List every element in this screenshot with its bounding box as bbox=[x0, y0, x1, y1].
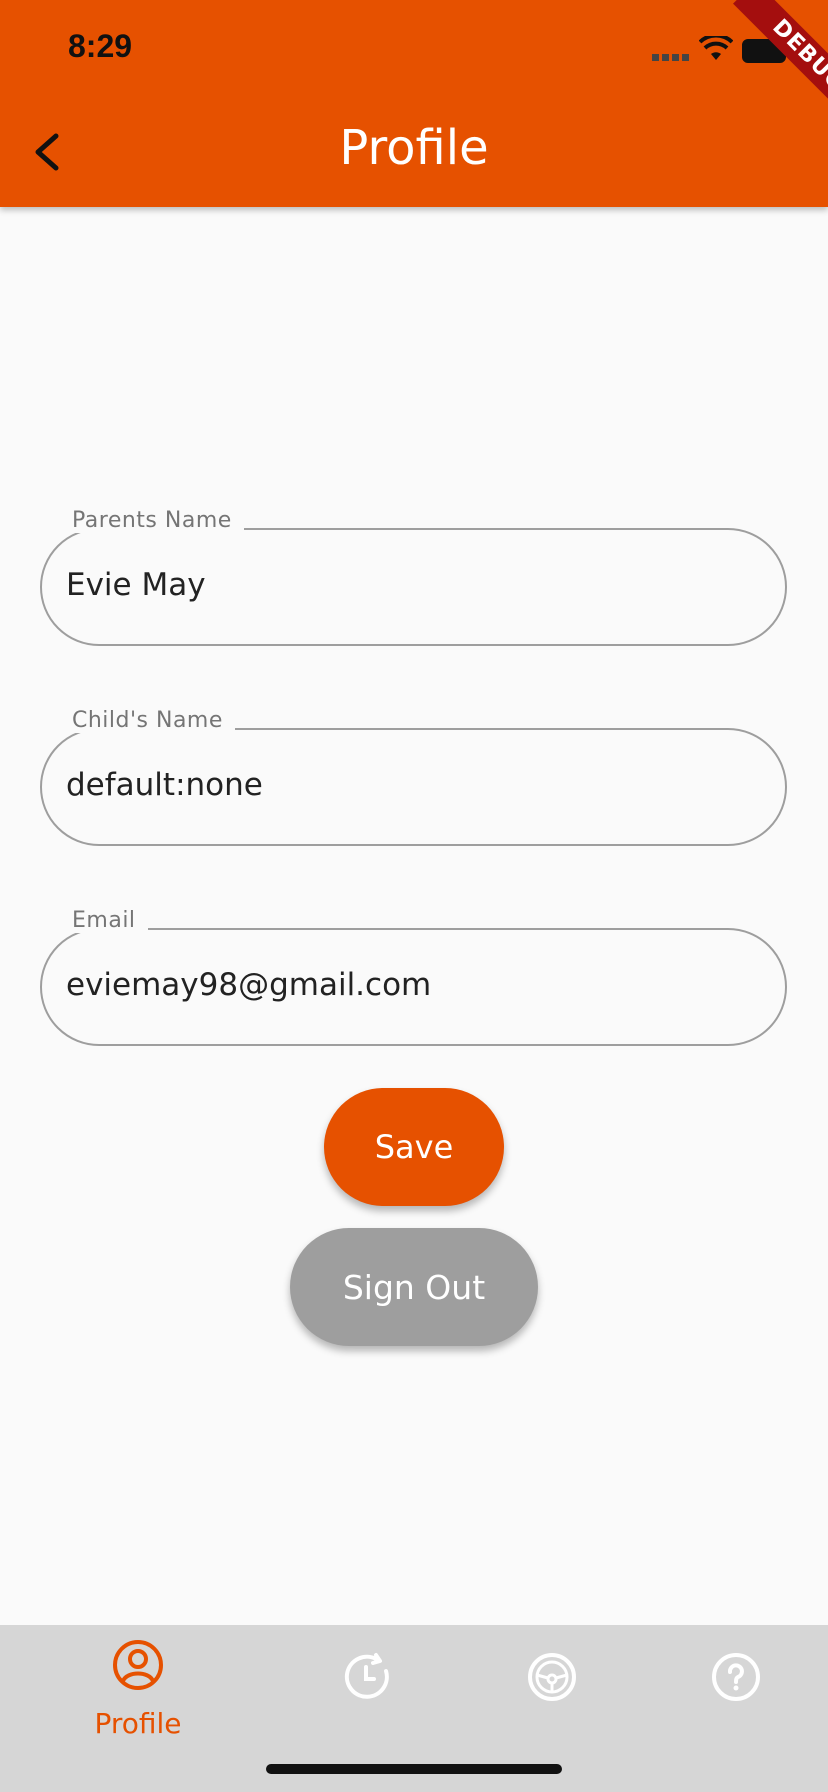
debug-banner-label: DEBUG bbox=[733, 0, 828, 120]
nav-item-help[interactable] bbox=[666, 1625, 806, 1755]
home-indicator bbox=[266, 1764, 562, 1774]
profile-icon bbox=[113, 1640, 163, 1690]
app-bar: 8:29 Profile bbox=[0, 0, 828, 207]
childs-name-label: Child's Name bbox=[60, 708, 235, 733]
page-title: Profile bbox=[339, 120, 489, 176]
childs-name-input[interactable] bbox=[64, 766, 768, 804]
parents-name-input[interactable] bbox=[64, 566, 768, 604]
nav-item-profile[interactable]: Profile bbox=[68, 1625, 208, 1755]
nav-item-drive[interactable] bbox=[482, 1625, 622, 1755]
childs-name-field: Child's Name bbox=[40, 708, 787, 846]
help-icon bbox=[712, 1653, 760, 1701]
email-field: Email bbox=[40, 908, 787, 1046]
debug-banner: DEBUG bbox=[708, 0, 828, 120]
nav-item-history[interactable] bbox=[298, 1625, 438, 1755]
save-button[interactable]: Save bbox=[324, 1088, 504, 1206]
email-input[interactable] bbox=[64, 966, 768, 1004]
cellular-signal-icon bbox=[652, 54, 689, 61]
sign-out-button[interactable]: Sign Out bbox=[290, 1228, 538, 1346]
status-time: 8:29 bbox=[68, 28, 133, 64]
history-icon bbox=[344, 1653, 389, 1699]
nav-label-profile: Profile bbox=[94, 1707, 182, 1740]
steering-wheel-icon bbox=[528, 1653, 576, 1701]
parents-name-field: Parents Name bbox=[40, 508, 787, 646]
parents-name-label: Parents Name bbox=[60, 508, 244, 533]
email-label: Email bbox=[60, 908, 148, 933]
